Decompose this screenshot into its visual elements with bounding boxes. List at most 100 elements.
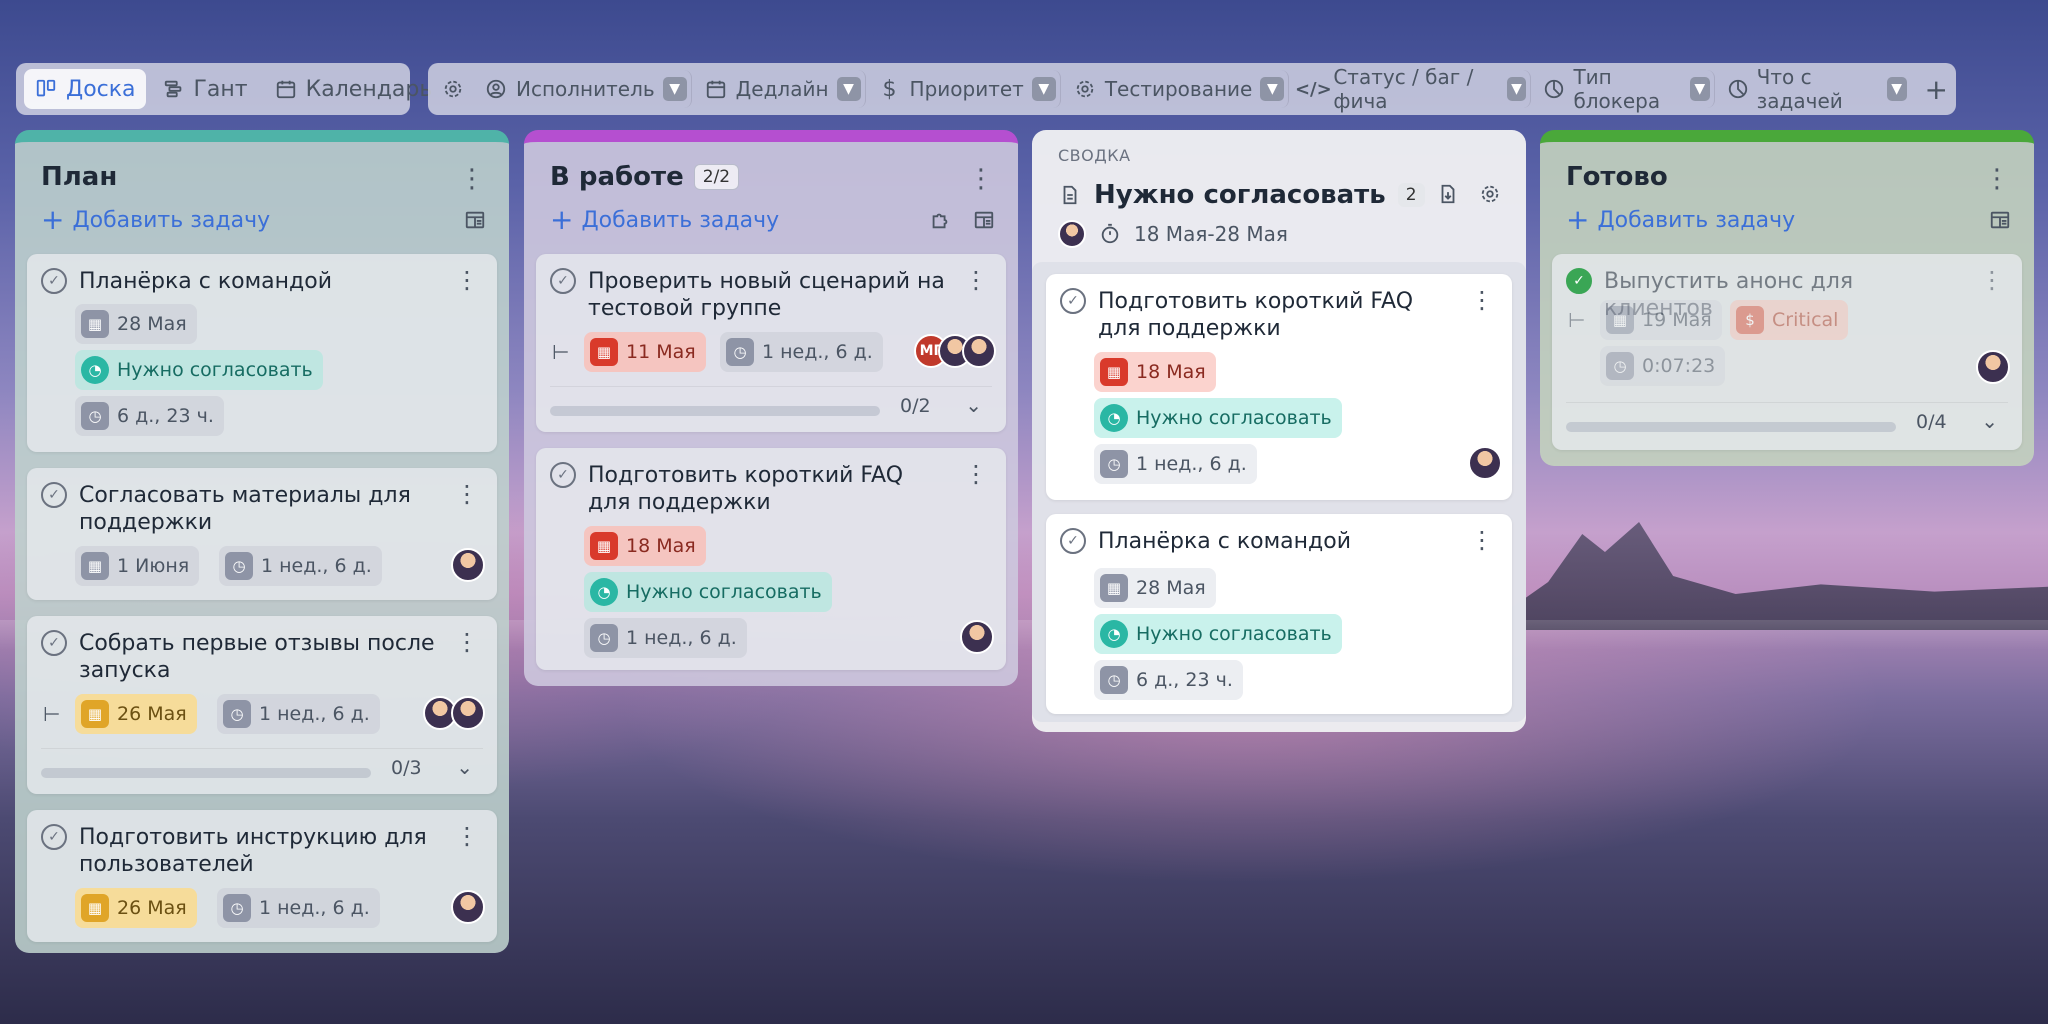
- filter-task-state[interactable]: Что с задачей ▼: [1721, 65, 1911, 113]
- kebab-menu-icon[interactable]: ⋮: [455, 822, 479, 850]
- chevron-down-icon[interactable]: ⌄: [1981, 409, 1998, 433]
- kebab-menu-icon[interactable]: ⋮: [455, 266, 479, 294]
- deadline-chip[interactable]: ▦ 26 Мая: [75, 888, 197, 928]
- avatar[interactable]: [960, 620, 994, 654]
- view-calendar-button[interactable]: Календарь: [264, 69, 443, 109]
- subtask-progress[interactable]: 0/4 ⌄: [1566, 402, 2008, 442]
- task-card[interactable]: ✓ Подготовить инструкцию для пользовател…: [27, 810, 497, 942]
- funnel-icon[interactable]: ▼: [1031, 77, 1056, 101]
- deadline-chip[interactable]: ▦ 18 Мая: [1094, 352, 1216, 392]
- timer-chip[interactable]: ◷ 1 нед., 6 д.: [219, 546, 382, 586]
- export-doc-icon[interactable]: [1436, 182, 1460, 206]
- status-chip[interactable]: ◔ Нужно согласовать: [584, 572, 832, 612]
- view-calendar-label: Календарь: [305, 76, 433, 102]
- task-card[interactable]: ✓ Выпустить анонс для клиентов ⋮ ⊢ ▦19 М…: [1552, 254, 2022, 450]
- priority-text: Critical: [1772, 309, 1839, 331]
- deadline-chip[interactable]: ▦ 11 Мая: [584, 332, 706, 372]
- funnel-icon[interactable]: ▼: [1886, 77, 1907, 101]
- timer-chip[interactable]: ◷ 6 д., 23 ч.: [1094, 660, 1243, 700]
- deadline-chip[interactable]: ▦ 1 Июня: [75, 546, 200, 586]
- kebab-menu-icon[interactable]: ⋮: [459, 164, 485, 194]
- task-card[interactable]: ✓ Согласовать материалы для поддержки ⋮ …: [27, 468, 497, 600]
- gear-icon: [1073, 77, 1097, 101]
- status-chip[interactable]: ◔ Нужно согласовать: [1094, 614, 1342, 654]
- funnel-icon[interactable]: ▼: [662, 77, 687, 101]
- funnel-icon[interactable]: ▼: [1506, 77, 1527, 101]
- layout-template-icon[interactable]: [972, 208, 996, 232]
- chevron-down-icon[interactable]: ⌄: [965, 393, 982, 417]
- timer-chip[interactable]: ◷ 1 нед., 6 д.: [217, 694, 380, 734]
- timer-chip[interactable]: ◷ 0:07:23: [1600, 346, 1726, 386]
- add-task-button[interactable]: + Добавить задачу: [41, 206, 270, 234]
- completed-check-icon[interactable]: ✓: [1566, 268, 1592, 294]
- complete-check-icon[interactable]: ✓: [41, 824, 67, 850]
- layout-template-icon[interactable]: [1988, 208, 2012, 232]
- layout-template-icon[interactable]: [463, 208, 487, 232]
- deadline-chip[interactable]: ▦ 18 Мая: [584, 526, 706, 566]
- avatar[interactable]: [451, 890, 485, 924]
- add-task-button[interactable]: + Добавить задачу: [1566, 206, 1795, 234]
- kebab-menu-icon[interactable]: ⋮: [1470, 286, 1494, 314]
- avatar[interactable]: [451, 696, 485, 730]
- priority-chip[interactable]: $ Critical: [1730, 300, 1849, 340]
- timer-chip[interactable]: ◷ 1 нед., 6 д.: [720, 332, 883, 372]
- view-board-button[interactable]: Доска: [24, 69, 146, 109]
- add-task-button[interactable]: + Добавить задачу: [550, 206, 779, 234]
- avatar[interactable]: [1058, 220, 1086, 248]
- subtasks-icon: ⊢: [43, 702, 61, 726]
- complete-check-icon[interactable]: ✓: [550, 268, 576, 294]
- complete-check-icon[interactable]: ✓: [1060, 288, 1086, 314]
- kebab-menu-icon[interactable]: ⋮: [964, 266, 988, 294]
- subtask-progress[interactable]: 0/2 ⌄: [550, 386, 992, 426]
- deadline-chip[interactable]: ▦ 26 Мая: [75, 694, 197, 734]
- avatar[interactable]: [962, 334, 996, 368]
- task-card[interactable]: ✓ Собрать первые отзывы после запуска ⋮ …: [27, 616, 497, 794]
- view-gantt-button[interactable]: Гант: [152, 69, 258, 109]
- funnel-icon[interactable]: ▼: [836, 77, 861, 101]
- pie-icon: ◔: [1100, 404, 1128, 432]
- filter-blocker-type[interactable]: Тип блокера ▼: [1537, 65, 1715, 113]
- avatar[interactable]: [1976, 350, 2010, 384]
- status-chip[interactable]: ◔ Нужно согласовать: [75, 350, 323, 390]
- task-card[interactable]: ✓ Планёрка с командой ⋮ ▦ 28 Мая ◔ Нужно с…: [27, 254, 497, 452]
- task-card[interactable]: ✓ Проверить новый сценарий на тестовой г…: [536, 254, 1006, 432]
- avatar[interactable]: [1468, 446, 1502, 480]
- complete-check-icon[interactable]: ✓: [41, 482, 67, 508]
- funnel-icon[interactable]: ▼: [1260, 77, 1285, 101]
- deadline-chip[interactable]: ▦ 19 Мая: [1600, 300, 1722, 340]
- kebab-menu-icon[interactable]: ⋮: [455, 480, 479, 508]
- deadline-chip[interactable]: ▦ 28 Мая: [1094, 568, 1216, 608]
- complete-check-icon[interactable]: ✓: [1060, 528, 1086, 554]
- kebab-menu-icon[interactable]: ⋮: [968, 164, 994, 194]
- kebab-menu-icon[interactable]: ⋮: [1984, 164, 2010, 194]
- puzzle-icon[interactable]: [928, 208, 952, 232]
- filter-priority[interactable]: $ Приоритет ▼: [872, 70, 1061, 108]
- subtask-progress[interactable]: 0/3 ⌄: [41, 748, 483, 788]
- status-chip[interactable]: ◔ Нужно согласовать: [1094, 398, 1342, 438]
- chevron-down-icon[interactable]: ⌄: [456, 755, 473, 779]
- add-filter-plus-icon[interactable]: +: [1925, 73, 1948, 106]
- timer-chip[interactable]: ◷ 1 нед., 6 д.: [1094, 444, 1257, 484]
- filter-deadline[interactable]: Дедлайн ▼: [698, 70, 866, 108]
- complete-check-icon[interactable]: ✓: [41, 630, 67, 656]
- complete-check-icon[interactable]: ✓: [41, 268, 67, 294]
- filter-assignee[interactable]: Исполнитель ▼: [478, 70, 692, 108]
- timer-chip[interactable]: ◷ 6 д., 23 ч.: [75, 396, 224, 436]
- filter-status-type[interactable]: </> Статус / баг / фича ▼: [1295, 65, 1532, 113]
- avatar[interactable]: [451, 548, 485, 582]
- task-card[interactable]: ✓ Подготовить короткий FAQ для поддержки…: [536, 448, 1006, 670]
- deadline-chip[interactable]: ▦ 28 Мая: [75, 304, 197, 344]
- kebab-menu-icon[interactable]: ⋮: [964, 460, 988, 488]
- kebab-menu-icon[interactable]: ⋮: [1980, 266, 2004, 294]
- task-card[interactable]: ✓ Планёрка с командой ⋮ ▦ 28 Мая ◔ Нужно с…: [1046, 514, 1512, 714]
- complete-check-icon[interactable]: ✓: [550, 462, 576, 488]
- filter-testing[interactable]: Тестирование ▼: [1067, 70, 1290, 108]
- task-card[interactable]: ✓ Подготовить короткий FAQ для поддержки…: [1046, 274, 1512, 500]
- kebab-menu-icon[interactable]: ⋮: [455, 628, 479, 656]
- timer-chip[interactable]: ◷ 1 нед., 6 д.: [584, 618, 747, 658]
- gear-icon[interactable]: [1478, 182, 1502, 206]
- kebab-menu-icon[interactable]: ⋮: [1470, 526, 1494, 554]
- funnel-icon[interactable]: ▼: [1689, 77, 1710, 101]
- timer-chip[interactable]: ◷ 1 нед., 6 д.: [217, 888, 380, 928]
- settings-gear-icon[interactable]: [442, 77, 464, 101]
